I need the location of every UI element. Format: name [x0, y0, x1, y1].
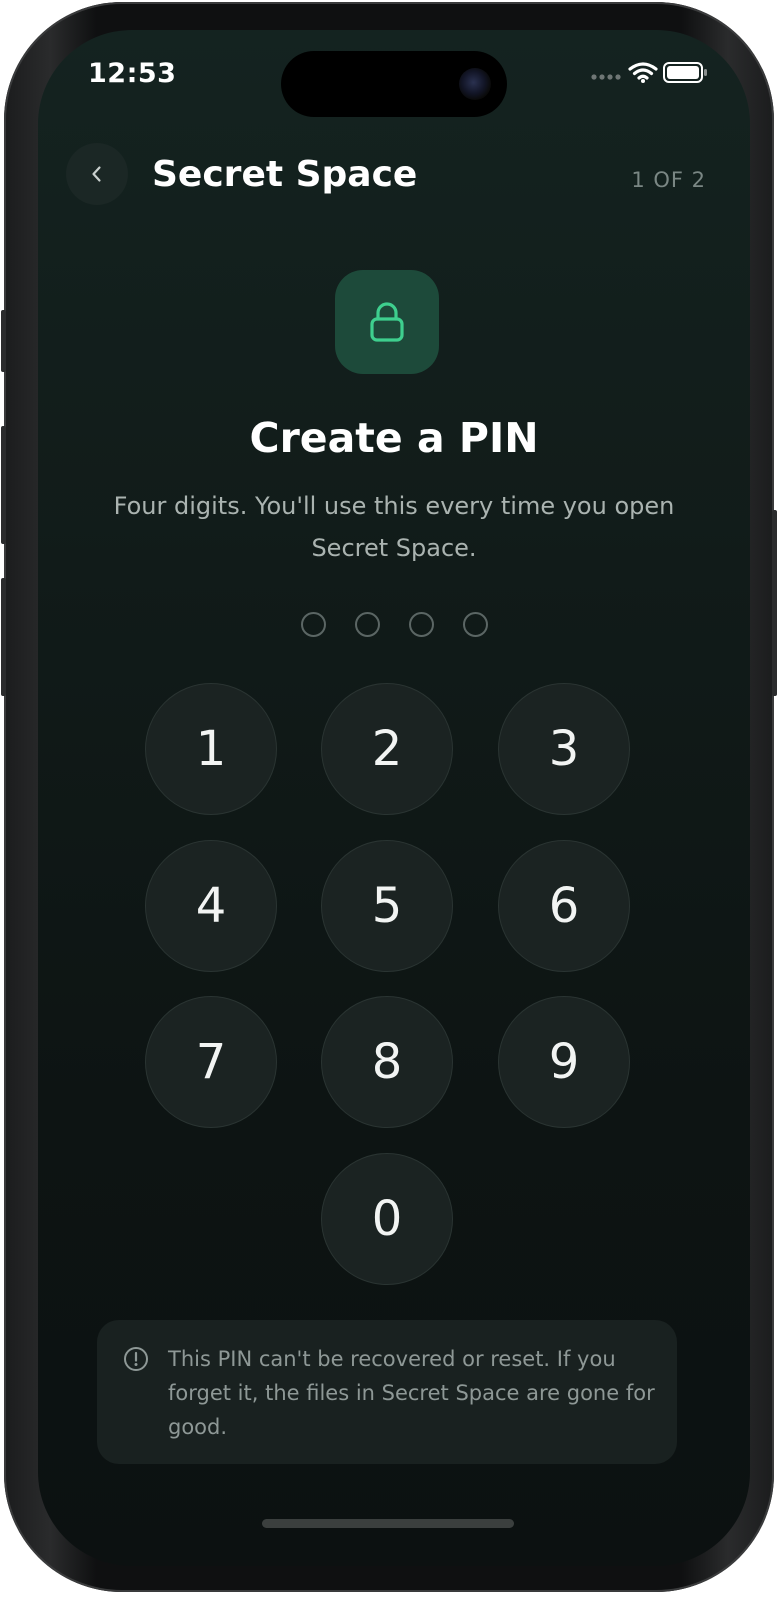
phone-frame: 12:53 Secret Space 1 OF 2 Create a PIN F… [1, 2, 777, 1592]
key-6[interactable]: 6 [498, 840, 630, 972]
subtitle: Four digits. You'll use this every time … [113, 492, 675, 562]
pin-dot [300, 612, 326, 637]
key-2[interactable]: 2 [321, 683, 453, 815]
alert-circle-icon [124, 1347, 148, 1371]
lock-icon [370, 302, 404, 342]
warning-text: This PIN can't be recovered or reset. If… [168, 1347, 655, 1439]
key-7[interactable]: 7 [145, 996, 277, 1128]
lock-tile [335, 270, 439, 374]
wifi-dot [641, 79, 645, 83]
pin-dot [408, 612, 434, 637]
heading: Create a PIN [249, 414, 539, 462]
front-camera [459, 68, 491, 100]
volume-down-button [1, 578, 6, 696]
key-1[interactable]: 1 [145, 683, 277, 815]
key-5[interactable]: 5 [321, 840, 453, 972]
pin-dot [354, 612, 380, 637]
key-3[interactable]: 3 [498, 683, 630, 815]
back-button[interactable] [66, 143, 128, 205]
pin-dot [462, 612, 488, 637]
screen: 12:53 Secret Space 1 OF 2 Create a PIN F… [38, 30, 750, 1566]
cellular-dots-icon [591, 74, 621, 80]
status-time: 12:53 [88, 58, 177, 89]
key-4[interactable]: 4 [145, 840, 277, 972]
wifi-icon [628, 62, 658, 80]
dynamic-island [281, 51, 507, 117]
home-indicator[interactable] [262, 1519, 514, 1528]
status-icons [580, 60, 710, 84]
power-button [772, 510, 777, 696]
key-8[interactable]: 8 [321, 996, 453, 1128]
page-title: Secret Space [152, 154, 418, 195]
pin-indicator [38, 612, 750, 637]
volume-up-button [1, 426, 6, 544]
warning-card: This PIN can't be recovered or reset. If… [97, 1320, 677, 1464]
battery-icon [663, 62, 707, 83]
action-button [1, 310, 6, 372]
key-0[interactable]: 0 [321, 1153, 453, 1285]
step-indicator: 1 OF 2 [631, 168, 706, 192]
chevron-left-icon [92, 166, 101, 182]
key-9[interactable]: 9 [498, 996, 630, 1128]
